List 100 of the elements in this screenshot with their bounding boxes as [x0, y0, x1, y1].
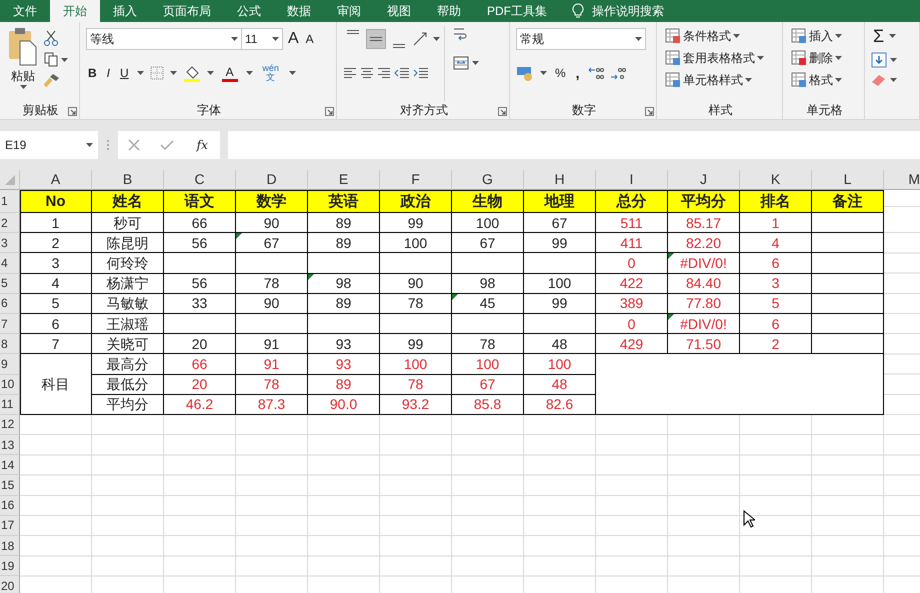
font-color-button[interactable]: A	[220, 64, 240, 82]
group-label: 字体	[197, 102, 221, 119]
table-cell: 1	[740, 213, 812, 234]
table-cell: 100	[452, 354, 524, 374]
row-header[interactable]: 20	[0, 576, 20, 593]
table-cell: #DIV/0!	[668, 314, 740, 334]
grow-font-button[interactable]: A	[286, 29, 301, 49]
row-header[interactable]: 3	[0, 233, 20, 254]
style-command-button[interactable]: 套用表格格式	[663, 48, 766, 68]
table-cell: 48	[524, 374, 596, 395]
table-cell: 87.3	[236, 394, 308, 415]
row-header[interactable]: 19	[0, 556, 20, 576]
phonetic-button[interactable]: wén 文	[258, 63, 283, 83]
font-name-field[interactable]: 等线	[86, 28, 242, 50]
row-header[interactable]: 10	[0, 374, 20, 395]
column-header[interactable]: C	[164, 170, 236, 190]
table-cell: 93	[308, 354, 380, 374]
table-cell: 90.0	[308, 394, 380, 415]
table-cell: 0	[596, 314, 668, 334]
font-size-field[interactable]: 11	[241, 28, 283, 50]
table-cell: 6	[20, 314, 92, 334]
column-title: 数学	[236, 190, 308, 213]
ribbon-tab[interactable]: 页面布局	[150, 0, 224, 22]
bold-button[interactable]: B	[86, 63, 99, 83]
table-cell: 杨潇宁	[92, 274, 164, 294]
row-header[interactable]: 12	[0, 414, 20, 436]
row-header[interactable]: 6	[0, 294, 20, 314]
table-cell: 关晓可	[92, 334, 164, 354]
ribbon-tab[interactable]: 公式	[224, 0, 274, 22]
column-header[interactable]: M	[884, 170, 920, 190]
number-format-field[interactable]: 常规	[516, 28, 646, 50]
autosum-button[interactable]: Σ	[871, 26, 886, 46]
paste-button[interactable]: 粘贴	[6, 26, 40, 101]
search-hint[interactable]: 操作说明搜索	[592, 2, 664, 20]
row-header[interactable]: 15	[0, 475, 20, 496]
row-header[interactable]: 16	[0, 496, 20, 516]
column-header[interactable]: D	[236, 170, 308, 190]
ribbon-tab[interactable]: 审阅	[324, 0, 374, 22]
shrink-font-button[interactable]: A	[304, 29, 316, 49]
italic-button[interactable]: I	[104, 63, 112, 83]
table-cell: 82.20	[668, 233, 740, 254]
table-cell: 7	[20, 334, 92, 354]
column-header[interactable]: A	[20, 170, 92, 190]
group-label: 数字	[572, 102, 596, 119]
row-header[interactable]: 4	[0, 253, 20, 274]
row-header[interactable]: 5	[0, 274, 20, 294]
insert-function-button[interactable]: fx	[194, 135, 210, 155]
ribbon-tab[interactable]: 文件	[0, 0, 50, 22]
column-header[interactable]: B	[92, 170, 164, 190]
table-cell: 93.2	[380, 394, 452, 415]
table-cell: 93	[308, 334, 380, 354]
group-label: 剪贴板	[22, 102, 58, 119]
table-cell: 71.50	[668, 334, 740, 354]
row-header[interactable]: 8	[0, 334, 20, 354]
ribbon-tab[interactable]: 数据	[274, 0, 324, 22]
row-header[interactable]: 17	[0, 516, 20, 536]
style-command-button[interactable]: 单元格样式	[663, 70, 766, 90]
column-header[interactable]: F	[380, 170, 452, 190]
table-cell: 20	[164, 374, 236, 395]
table-cell: 67	[452, 374, 524, 395]
column-title: 地理	[524, 190, 596, 213]
column-header[interactable]: G	[452, 170, 524, 190]
table-cell: 100	[524, 354, 596, 374]
comma-button[interactable]: ,	[574, 63, 582, 83]
percent-button[interactable]: %	[553, 63, 568, 83]
ribbon-tab[interactable]: 视图	[374, 0, 424, 22]
column-header[interactable]: E	[308, 170, 380, 190]
ribbon-tab[interactable]: PDF工具集	[474, 0, 560, 22]
row-header[interactable]: 18	[0, 536, 20, 556]
column-header[interactable]: K	[740, 170, 812, 190]
row-header[interactable]: 13	[0, 435, 20, 456]
table-cell: 5	[20, 294, 92, 314]
row-header[interactable]: 1	[0, 190, 20, 213]
table-cell: 56	[164, 274, 236, 294]
table-cell: 100	[524, 274, 596, 294]
cells-command-button[interactable]: 插入	[789, 26, 844, 46]
column-header[interactable]: J	[668, 170, 740, 190]
row-header[interactable]: 14	[0, 455, 20, 476]
ribbon-tab[interactable]: 开始	[50, 0, 100, 22]
table-cell: 85.8	[452, 394, 524, 415]
column-title: 备注	[812, 190, 884, 213]
ribbon-tab[interactable]: 插入	[100, 0, 150, 22]
style-command-button[interactable]: 条件格式	[663, 26, 766, 46]
cells-command-button[interactable]: 格式	[789, 70, 844, 90]
row-header[interactable]: 9	[0, 354, 20, 374]
underline-button[interactable]: U	[118, 63, 131, 83]
row-header[interactable]: 7	[0, 314, 20, 334]
table-cell: 77.80	[668, 294, 740, 314]
table-cell: 89	[308, 294, 380, 314]
row-header[interactable]: 11	[0, 394, 20, 415]
table-cell: 99	[380, 334, 452, 354]
ribbon-tab[interactable]: 帮助	[424, 0, 474, 22]
table-cell: 5	[740, 294, 812, 314]
column-header[interactable]: I	[596, 170, 668, 190]
cells-command-button[interactable]: 删除	[789, 48, 844, 68]
name-box[interactable]: E19	[0, 131, 98, 159]
column-header[interactable]: H	[524, 170, 596, 190]
table-cell: 90	[236, 294, 308, 314]
row-header[interactable]: 2	[0, 213, 20, 234]
column-header[interactable]: L	[812, 170, 884, 190]
